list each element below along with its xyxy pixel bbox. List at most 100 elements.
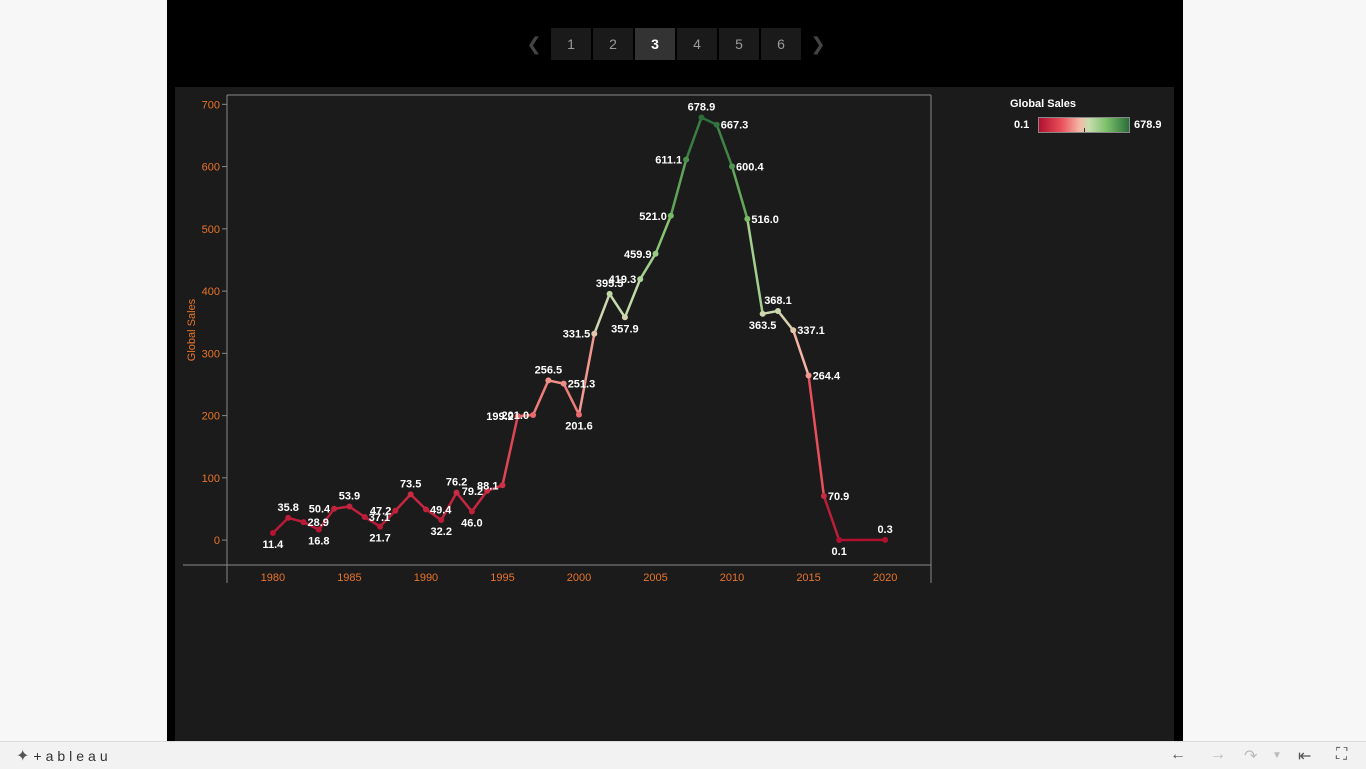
data-point bbox=[683, 157, 689, 163]
data-point bbox=[653, 251, 659, 257]
data-label: 70.9 bbox=[828, 491, 849, 503]
data-point bbox=[270, 530, 276, 536]
page-button-3[interactable]: 3 bbox=[635, 28, 675, 60]
data-label: 331.5 bbox=[563, 329, 591, 341]
data-point bbox=[576, 412, 582, 418]
data-label: 516.0 bbox=[751, 214, 779, 226]
legend-color-ramp[interactable] bbox=[1038, 117, 1130, 133]
legend-tick bbox=[1084, 128, 1085, 132]
x-tick-label: 2020 bbox=[873, 572, 897, 584]
data-point bbox=[744, 216, 750, 222]
data-label: 50.4 bbox=[309, 504, 331, 516]
data-label: 357.9 bbox=[611, 323, 639, 335]
y-axis-label: Global Sales bbox=[186, 298, 198, 361]
data-label: 32.2 bbox=[431, 526, 452, 538]
data-point bbox=[622, 314, 628, 320]
data-point bbox=[714, 122, 720, 128]
toolbar: ✦ +ableau ← → ↷ ▼ ⇤ ⛶ bbox=[0, 741, 1366, 769]
data-point bbox=[285, 515, 291, 521]
line-chart[interactable]: 0100200300400500600700198019851990199520… bbox=[175, 87, 1174, 741]
page-navigator: ❮ 123456 ❯ bbox=[524, 28, 828, 60]
data-point bbox=[316, 527, 322, 533]
data-label: 667.3 bbox=[721, 120, 749, 132]
logo-text: +ableau bbox=[33, 748, 111, 764]
y-tick-label: 0 bbox=[214, 535, 220, 547]
legend-min-label: 0.1 bbox=[1014, 119, 1038, 131]
y-tick-label: 100 bbox=[202, 473, 220, 485]
tableau-logo[interactable]: ✦ +ableau bbox=[16, 746, 112, 766]
data-label: 368.1 bbox=[764, 295, 792, 307]
data-label: 264.4 bbox=[813, 371, 841, 383]
legend-row: 0.1 678.9 bbox=[1010, 117, 1170, 133]
data-label: 337.1 bbox=[797, 325, 825, 337]
data-point bbox=[729, 163, 735, 169]
data-point bbox=[607, 291, 613, 297]
data-point bbox=[454, 490, 460, 496]
x-tick-label: 1990 bbox=[414, 572, 438, 584]
data-label: 419.3 bbox=[609, 274, 637, 286]
data-point bbox=[377, 524, 383, 530]
fullscreen-icon[interactable]: ⛶ bbox=[1336, 746, 1347, 764]
series-line-segment bbox=[809, 376, 824, 496]
data-point bbox=[499, 482, 505, 488]
data-label: 251.3 bbox=[568, 379, 596, 391]
chevron-left-icon[interactable]: ❮ bbox=[524, 28, 544, 60]
tableau-logo-icon: ✦ bbox=[16, 746, 29, 766]
redo-arrow-icon[interactable]: → bbox=[1210, 746, 1226, 764]
data-label: 11.4 bbox=[263, 539, 285, 551]
page-button-2[interactable]: 2 bbox=[593, 28, 633, 60]
data-point bbox=[392, 508, 398, 514]
x-tick-label: 2000 bbox=[567, 572, 591, 584]
data-point bbox=[668, 213, 674, 219]
data-label: 73.5 bbox=[400, 478, 421, 490]
data-point bbox=[760, 311, 766, 317]
data-point bbox=[423, 506, 429, 512]
data-label: 363.5 bbox=[749, 320, 777, 332]
data-point bbox=[469, 508, 475, 514]
y-tick-label: 200 bbox=[202, 411, 220, 423]
data-label: 459.9 bbox=[624, 249, 652, 261]
page-button-1[interactable]: 1 bbox=[551, 28, 591, 60]
reset-to-start-icon[interactable]: ⇤ bbox=[1298, 746, 1311, 766]
data-label: 21.7 bbox=[369, 533, 390, 545]
page-button-4[interactable]: 4 bbox=[677, 28, 717, 60]
series-line-segment bbox=[732, 166, 747, 219]
data-label: 600.4 bbox=[736, 161, 764, 173]
x-tick-label: 1980 bbox=[261, 572, 285, 584]
page-button-5[interactable]: 5 bbox=[719, 28, 759, 60]
page-buttons: 123456 bbox=[550, 28, 802, 60]
data-point bbox=[530, 412, 536, 418]
y-tick-label: 300 bbox=[202, 348, 220, 360]
x-tick-label: 2010 bbox=[720, 572, 744, 584]
data-label: 16.8 bbox=[308, 536, 329, 548]
data-point bbox=[545, 377, 551, 383]
series-line-segment bbox=[610, 294, 625, 317]
data-point bbox=[301, 519, 307, 525]
y-tick-label: 600 bbox=[202, 162, 220, 174]
data-label: 0.3 bbox=[877, 524, 892, 536]
data-point bbox=[331, 506, 337, 512]
data-label: 47.2 bbox=[370, 506, 391, 518]
legend-max-label: 678.9 bbox=[1134, 119, 1162, 131]
revert-icon[interactable]: ↷ bbox=[1244, 746, 1257, 766]
data-point bbox=[637, 276, 643, 282]
series-line-segment bbox=[671, 160, 686, 216]
x-tick-label: 1995 bbox=[490, 572, 514, 584]
data-point bbox=[882, 537, 888, 543]
data-point bbox=[775, 308, 781, 314]
series-line-segment bbox=[533, 380, 548, 415]
undo-arrow-icon[interactable]: ← bbox=[1170, 746, 1186, 764]
y-tick-label: 400 bbox=[202, 286, 220, 298]
chevron-right-icon[interactable]: ❯ bbox=[808, 28, 828, 60]
color-legend: Global Sales 0.1 678.9 bbox=[1010, 98, 1170, 133]
data-point bbox=[806, 373, 812, 379]
page-button-6[interactable]: 6 bbox=[761, 28, 801, 60]
chevron-down-icon[interactable]: ▼ bbox=[1272, 750, 1282, 761]
data-point bbox=[591, 331, 597, 337]
data-point bbox=[836, 537, 842, 543]
series-line-segment bbox=[778, 311, 793, 330]
x-tick-label: 1985 bbox=[337, 572, 361, 584]
data-label: 256.5 bbox=[535, 364, 563, 376]
y-tick-label: 700 bbox=[202, 99, 220, 111]
chart-panel: 0100200300400500600700198019851990199520… bbox=[175, 87, 1174, 741]
